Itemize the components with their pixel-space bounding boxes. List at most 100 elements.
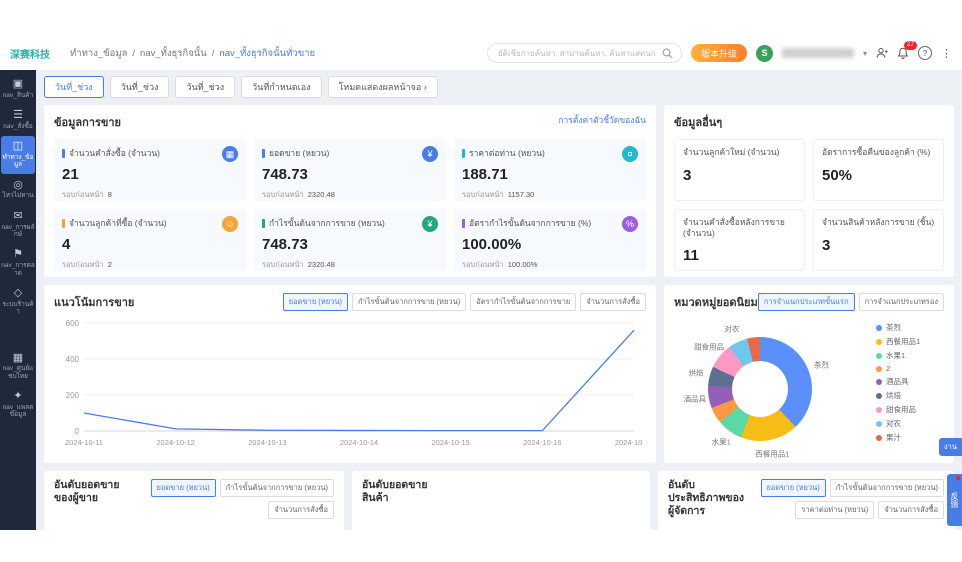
sidebar-item-store-system[interactable]: ◇ระบบร้านค้า: [1, 283, 35, 321]
add-user-icon[interactable]: [876, 47, 888, 59]
tab-seller-order-count[interactable]: จำนวนการสั่งซื้อ: [268, 501, 334, 519]
search-box[interactable]: [487, 43, 682, 63]
legend-item[interactable]: 西餐用品1: [876, 336, 944, 347]
prev-period-value: 2320.48: [308, 260, 335, 269]
tab-trend-gross-margin[interactable]: อัตรากำไรขั้นต้นจากการขาย: [470, 293, 576, 311]
legend-item[interactable]: 水果1: [876, 350, 944, 361]
stat-tiles: จำนวนคำสั่งซื้อ (จำนวน) ▦ 21 รอบก่อนหน้า…: [54, 139, 646, 271]
prev-period-label: รอบก่อนหน้า: [462, 190, 504, 199]
legend-color-dot: [876, 435, 882, 441]
store-icon: ◇: [14, 287, 22, 300]
tab-trend-revenue[interactable]: ยอดขาย (หยวน): [283, 293, 348, 311]
date-range-tabs: วันที่_ช่วง วันที่_ช่วง วันที่_ช่วง วันท…: [44, 76, 954, 98]
tile-value: 21: [62, 166, 238, 183]
tab-category-primary[interactable]: การจำแนกประเภทขั้นแรก: [758, 293, 855, 311]
sidebar-item-orders[interactable]: ☰nav_สั่งซื้อ: [1, 105, 35, 135]
svg-text:600: 600: [66, 319, 80, 328]
tile-value: 3: [822, 237, 935, 254]
sidebar-item-live[interactable]: ◎ไหวไม่ทาน: [1, 175, 35, 205]
tab-seller-gross-profit[interactable]: กำไรขั้นต้นจากการขาย (หยวน): [220, 479, 334, 497]
breadcrumb: ทำทาง_ข้อมูล / nav_ทั้งธุรกิจนั้น / nav_…: [70, 46, 315, 61]
sidebar-item-payment[interactable]: ✉nav_การผลักษ์: [1, 206, 35, 244]
star-icon: ✦: [13, 390, 22, 403]
card-title: อันดับยอดขายของผู้ขาย: [54, 479, 132, 505]
stat-tile-new-customers: จำนวนลูกค้าใหม่ (จำนวน) 3: [674, 139, 805, 201]
tab-date-range-2[interactable]: วันที่_ช่วง: [110, 76, 170, 98]
sidebar-item-label: ทำทาง_ข้อมูล: [1, 154, 35, 169]
orders-icon: ☰: [13, 109, 23, 122]
tab-manager-order-count[interactable]: จำนวนการสั่งซื้อ: [878, 501, 944, 519]
tab-date-custom[interactable]: วันที่กำหนดเอง: [241, 76, 321, 98]
legend-color-dot: [876, 421, 882, 427]
sidebar-item-products[interactable]: ▣nav_สินค้า: [1, 74, 35, 104]
legend-item[interactable]: 对农: [876, 418, 944, 429]
tile-label: จำนวนลูกค้าที่ซื้อ (จำนวน): [69, 216, 167, 230]
stat-tile-per-customer: ราคาต่อท่าน (หยวน) ¤ 188.71 รอบก่อนหน้า1…: [454, 139, 646, 201]
donut-callout-label: 酒品具: [684, 394, 707, 405]
tile-accent-bar: [262, 219, 265, 228]
sidebar-item-data-active[interactable]: ◫ทำทาง_ข้อมูล: [1, 136, 35, 174]
stat-tile-gross-profit: กำไรขั้นต้นจากการขาย (หยวน) ¥ 748.73 รอบ…: [254, 209, 446, 271]
notifications-bell-icon[interactable]: 27: [897, 47, 909, 59]
category-donut-chart: 茶烈西餐用品1水果1酒品具烘焙甜食用品对农: [674, 313, 859, 461]
per-customer-icon: ¤: [622, 146, 638, 162]
legend-label: 2: [886, 364, 890, 373]
legend-item[interactable]: 酒品具: [876, 376, 944, 387]
prev-period-value: 8: [108, 190, 112, 199]
tile-label: กำไรขั้นต้นจากการขาย (หยวน): [269, 216, 385, 230]
search-icon[interactable]: [662, 48, 673, 59]
legend-item[interactable]: 果汁: [876, 432, 944, 443]
svg-text:2024-10-13: 2024-10-13: [248, 438, 286, 447]
tab-manager-revenue[interactable]: ยอดขาย (หยวน): [761, 479, 826, 497]
sidebar-item-label: nav_การผลักษ์: [1, 224, 35, 239]
search-input[interactable]: [496, 48, 662, 59]
tab-manager-per-customer[interactable]: ราคาต่อท่าน (หยวน): [795, 501, 874, 519]
sidebar-item-label: ไหวไม่ทาน: [2, 192, 33, 199]
legend-item[interactable]: 甜食用品: [876, 404, 944, 415]
breadcrumb-item[interactable]: nav_ทั้งธุรกิจนั้น: [140, 46, 207, 61]
help-icon[interactable]: ?: [918, 46, 932, 60]
mail-icon: ✉: [13, 210, 22, 223]
task-floating-tab[interactable]: งาน: [939, 438, 962, 456]
card-title: หมวดหมู่ยอดนิยม: [674, 293, 758, 311]
indicator-settings-link[interactable]: การตั้งค่าตัวชี้วัดของฉัน: [558, 113, 646, 127]
breadcrumb-separator: /: [132, 48, 135, 59]
legend-item[interactable]: 烘焙: [876, 390, 944, 401]
sidebar-item-label: nav_แพลตข้อมูล: [1, 404, 35, 419]
svg-text:0: 0: [75, 427, 80, 436]
tab-seller-revenue[interactable]: ยอดขาย (หยวน): [151, 479, 216, 497]
legend-item[interactable]: 茶烈: [876, 322, 944, 333]
tile-label: ยอดขาย (หยวน): [269, 146, 329, 160]
tile-value: 4: [62, 236, 238, 253]
app-logo: 深赛科技: [10, 46, 62, 61]
sidebar-item-marketing[interactable]: ⚑nav_การตลาด: [1, 244, 35, 282]
legend-item[interactable]: 2: [876, 364, 944, 373]
breadcrumb-item[interactable]: ทำทาง_ข้อมูล: [70, 46, 127, 61]
product-ranking-card: อันดับยอดขายสินค้า: [352, 471, 650, 530]
avatar[interactable]: S: [756, 45, 773, 62]
prev-period-label: รอบก่อนหน้า: [262, 190, 304, 199]
sidebar-item-member-center[interactable]: ▦nav_ศูนย์แชบไทย: [1, 348, 35, 386]
sidebar-item-platform-data[interactable]: ✦nav_แพลตข้อมูล: [1, 386, 35, 424]
chevron-down-icon[interactable]: ▾: [863, 49, 867, 58]
upgrade-button[interactable]: 版本升级: [691, 44, 747, 62]
prev-period-label: รอบก่อนหน้า: [62, 190, 104, 199]
tab-trend-gross-profit[interactable]: กำไรขั้นต้นจากการขาย (หยวน): [352, 293, 466, 311]
tab-trend-order-count[interactable]: จำนวนการสั่งซื้อ: [580, 293, 646, 311]
more-icon[interactable]: ⋮: [941, 47, 952, 60]
fullscreen-mode-button[interactable]: โหมดแสดงผลหน้าจอ ›: [328, 76, 438, 98]
svg-text:200: 200: [66, 391, 80, 400]
sidebar-item-label: nav_ศูนย์แชบไทย: [1, 365, 35, 380]
feedback-notification-dot: [956, 476, 960, 480]
tab-date-range-1[interactable]: วันที่_ช่วง: [44, 76, 104, 98]
breadcrumb-current: nav_ทั้งธุรกิจนั้นทั่วขาย: [219, 46, 315, 61]
tab-category-secondary[interactable]: การจำแนกประเภทรอง: [859, 293, 944, 311]
profit-icon: ¥: [422, 216, 438, 232]
donut-hole: [732, 361, 788, 417]
svg-text:2024-10-11: 2024-10-11: [65, 438, 103, 447]
tab-manager-gross-profit[interactable]: กำไรขั้นต้นจากการขาย (หยวน): [830, 479, 944, 497]
sidebar: ▣nav_สินค้า ☰nav_สั่งซื้อ ◫ทำทาง_ข้อมูล …: [0, 70, 36, 530]
tab-date-range-3[interactable]: วันที่_ช่วง: [175, 76, 235, 98]
feedback-floating-tab[interactable]: 反馈: [947, 474, 962, 526]
username-redacted: [782, 48, 854, 58]
